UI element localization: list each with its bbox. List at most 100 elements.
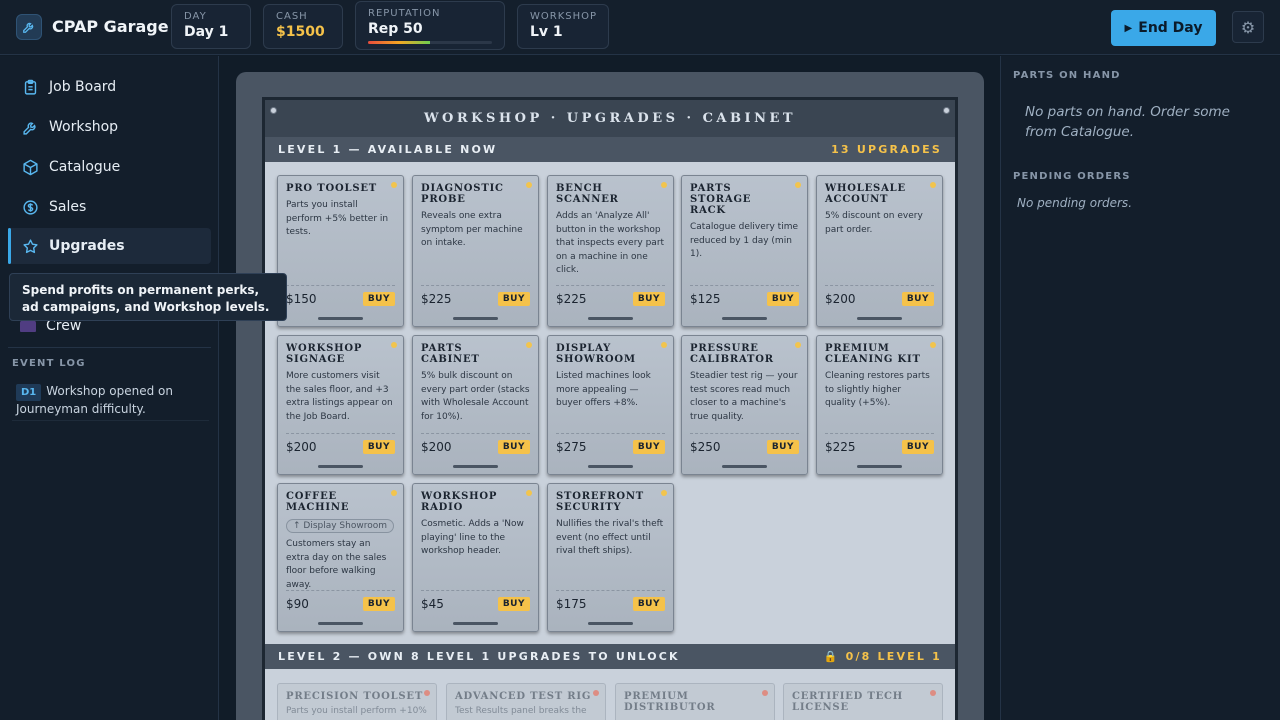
upgrade-name: WORKSHOP SIGNAGE <box>286 343 363 365</box>
upgrade-price: $125 <box>690 292 721 306</box>
status-dot-icon <box>930 342 936 348</box>
cube-icon <box>21 158 39 176</box>
sidebar-item-label: Job Board <box>49 79 117 95</box>
buy-button[interactable]: BUY <box>497 292 530 306</box>
end-day-label: End Day <box>1138 20 1203 36</box>
upgrade-card: DIAGNOSTIC PROBE Reveals one extra sympto… <box>412 175 539 327</box>
upgrade-footer: $175 BUY <box>556 590 665 611</box>
upgrade-description: 5% discount on every part order. <box>825 211 923 235</box>
buy-button[interactable]: BUY <box>497 440 530 454</box>
buy-button[interactable]: BUY <box>632 597 665 611</box>
upgrade-card: PREMIUM CLEANING KIT Cleaning restores pa… <box>816 335 943 475</box>
requirement-badge: ↑ Display Showroom <box>286 519 395 533</box>
app-title: CPAP Garage <box>52 17 169 36</box>
upgrade-description: More customers visit the sales floor, an… <box>286 371 393 422</box>
end-day-button[interactable]: ▶ End Day <box>1111 10 1216 46</box>
upgrade-price: $225 <box>556 292 587 306</box>
sidebar-item-workshop[interactable]: Workshop <box>8 109 211 145</box>
upgrade-name: STOREFRONT SECURITY <box>556 491 645 513</box>
upgrade-description: Parts you install perform +10% <box>286 706 427 716</box>
upgrade-footer: $250 BUY <box>690 433 799 454</box>
locked-dot-icon <box>593 690 599 696</box>
upgrade-card: PRESSURE CALIBRATOR Steadier test rig — y… <box>681 335 808 475</box>
buy-button[interactable]: BUY <box>766 292 799 306</box>
upgrade-footer: $150 BUY <box>286 285 395 306</box>
upgrade-card: DISPLAY SHOWROOM Listed machines look mor… <box>547 335 674 475</box>
upgrade-price: $225 <box>825 440 856 454</box>
upgrade-card: PRO TOOLSET Parts you install perform +5%… <box>277 175 404 327</box>
buy-button[interactable]: BUY <box>901 292 934 306</box>
upgrade-card: WORKSHOP SIGNAGE More customers visit the… <box>277 335 404 475</box>
day-stat: DAY Day 1 <box>171 4 251 49</box>
upgrade-description: Listed machines look more appealing — bu… <box>556 371 651 408</box>
wrench-logo-icon <box>16 14 42 40</box>
buy-button[interactable]: BUY <box>362 440 395 454</box>
upgrade-price: $200 <box>286 440 317 454</box>
upgrade-description: Cosmetic. Adds a 'Now playing' line to t… <box>421 519 524 556</box>
level-1-label: LEVEL 1 — AVAILABLE NOW <box>278 143 498 156</box>
workshop-label: WORKSHOP <box>530 11 598 22</box>
reputation-value: Rep 50 <box>368 21 423 37</box>
reputation-bar-fill <box>368 41 430 44</box>
upgrade-card: WHOLESALE ACCOUNT 5% discount on every pa… <box>816 175 943 327</box>
upgrade-name: COFFEE MACHINE <box>286 491 350 513</box>
buy-button[interactable]: BUY <box>362 597 395 611</box>
sidebar-item-sales[interactable]: Sales <box>8 189 211 225</box>
sidebar-item-job-board[interactable]: Job Board <box>8 69 211 105</box>
parts-empty-message: No parts on hand. Order some from Catalo… <box>1025 104 1230 140</box>
upgrade-description: Steadier test rig — your test scores rea… <box>690 371 798 422</box>
level-1-count: 13 UPGRADES <box>831 143 942 156</box>
active-indicator <box>8 228 11 264</box>
sidebar-item-label: Sales <box>49 199 87 215</box>
upgrade-name: PRECISION TOOLSET <box>286 691 424 702</box>
sidebar-item-upgrades[interactable]: Upgrades <box>8 228 211 264</box>
locked-upgrade-card: ADVANCED TEST RIG Test Results panel brea… <box>446 683 606 720</box>
buy-button[interactable]: BUY <box>901 440 934 454</box>
upgrades-cabinet: WORKSHOP · UPGRADES · CABINET LEVEL 1 — … <box>262 97 958 720</box>
buy-button[interactable]: BUY <box>362 292 395 306</box>
upgrade-name: PREMIUM DISTRIBUTOR <box>624 691 716 713</box>
drawer-handle <box>857 317 902 320</box>
upgrade-name: PARTS CABINET <box>421 343 480 365</box>
pending-orders-title: PENDING ORDERS <box>1013 171 1131 182</box>
upgrade-footer: $225 BUY <box>825 433 934 454</box>
cash-value: $1500 <box>276 24 325 40</box>
upgrade-price: $275 <box>556 440 587 454</box>
upgrade-description: Catalogue delivery time reduced by 1 day… <box>690 222 798 259</box>
drawer-handle <box>722 465 767 468</box>
sidebar-item-catalogue[interactable]: Catalogue <box>8 149 211 185</box>
status-dot-icon <box>391 490 397 496</box>
buy-button[interactable]: BUY <box>632 292 665 306</box>
drawer-handle <box>318 465 363 468</box>
status-dot-icon <box>661 182 667 188</box>
upgrade-card: COFFEE MACHINE ↑ Display Showroom Customer… <box>277 483 404 632</box>
upgrades-tooltip: Spend profits on permanent perks, ad cam… <box>9 273 287 321</box>
buy-button[interactable]: BUY <box>497 597 530 611</box>
upgrade-description: 5% bulk discount on every part order (st… <box>421 371 530 422</box>
wrench-icon <box>21 118 39 136</box>
orders-empty-message: No pending orders. <box>1017 196 1133 210</box>
upgrade-name: PRESSURE CALIBRATOR <box>690 343 774 365</box>
buy-button[interactable]: BUY <box>632 440 665 454</box>
upgrade-name: DIAGNOSTIC PROBE <box>421 183 504 205</box>
drawer-handle <box>453 622 498 625</box>
upgrade-description: Reveals one extra symptom per machine on… <box>421 211 523 248</box>
drawer-handle <box>453 465 498 468</box>
upgrade-card: PARTS STORAGE RACK Catalogue delivery tim… <box>681 175 808 327</box>
upgrade-footer: $275 BUY <box>556 433 665 454</box>
top-bar: CPAP Garage DAY Day 1 CASH $1500 REPUTAT… <box>0 0 1280 55</box>
status-dot-icon <box>795 342 801 348</box>
day-value: Day 1 <box>184 24 229 40</box>
buy-button[interactable]: BUY <box>766 440 799 454</box>
upgrade-name: DISPLAY SHOWROOM <box>556 343 636 365</box>
upgrade-footer: $90 BUY <box>286 590 395 611</box>
screw-icon <box>270 107 277 114</box>
event-log-entry: D1 Workshop opened on Journeyman difficul… <box>16 383 209 418</box>
upgrade-name: BENCH SCANNER <box>556 183 619 205</box>
upgrade-footer: $125 BUY <box>690 285 799 306</box>
level-2-status: 🔒 0/8 LEVEL 1 <box>824 650 942 663</box>
cabinet-title: WORKSHOP · UPGRADES · CABINET <box>265 100 955 137</box>
gear-icon: ⚙ <box>1240 17 1256 37</box>
upgrade-footer: $200 BUY <box>286 433 395 454</box>
settings-button[interactable]: ⚙ <box>1232 11 1264 43</box>
